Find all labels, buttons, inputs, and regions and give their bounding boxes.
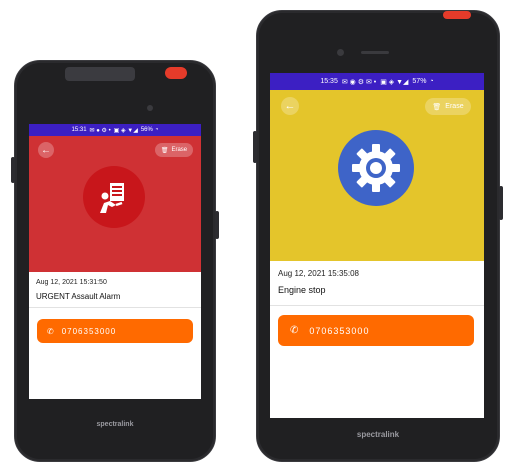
status-bar: 15:35 ✉ ◉ ⚙ ✉ • ▣ ◈ ▼◢ 57% ◔ (270, 73, 484, 90)
status-bar: 15:31 ✉ ● ⚙ • ▣ ◈ ▼◢ 56% ◔ (29, 124, 201, 136)
erase-button[interactable]: 🗑 Erase (425, 98, 471, 115)
status-battery: 56% (140, 127, 153, 133)
alarm-icon-circle (83, 166, 145, 228)
call-button[interactable]: ✆ 0706353000 (37, 319, 193, 343)
gear-icon (352, 144, 400, 192)
back-arrow-icon: ← (41, 144, 51, 156)
device-left: 15:31 ✉ ● ⚙ • ▣ ◈ ▼◢ 56% ◔ ← 🗑 Erase Aug… (11, 60, 219, 462)
brand-logo: spectralink (356, 430, 400, 439)
call-button[interactable]: ✆ 0706353000 (278, 315, 474, 346)
status-battery: 57% (412, 78, 427, 85)
call-number: 0706353000 (61, 326, 117, 336)
erase-label: Erase (445, 103, 464, 110)
top-sensor-bar (65, 67, 135, 81)
side-button-right (215, 211, 219, 239)
erase-button[interactable]: 🗑 Erase (155, 143, 193, 157)
divider (29, 307, 201, 308)
back-button[interactable]: ← (281, 97, 299, 115)
earpiece (361, 51, 389, 54)
phone-icon: ✆ (290, 325, 299, 336)
back-button[interactable]: ← (38, 142, 54, 158)
brand-logo: spectralink (96, 421, 134, 428)
divider (270, 305, 484, 306)
alarm-info: Aug 12, 2021 15:35:08 Engine stop ✆ 0706… (270, 261, 484, 418)
side-button-right (499, 186, 503, 220)
person-down-alarm-icon (100, 183, 124, 213)
screen-left: 15:31 ✉ ● ⚙ • ▣ ◈ ▼◢ 56% ◔ ← 🗑 Erase Aug… (29, 124, 201, 399)
front-camera (337, 49, 344, 56)
back-arrow-icon: ← (284, 100, 296, 112)
top-red-button (165, 67, 187, 79)
alarm-icon-circle (338, 130, 414, 206)
device-right: 15:35 ✉ ◉ ⚙ ✉ • ▣ ◈ ▼◢ 57% ◔ ← 🗑 Erase A… (253, 10, 503, 462)
erase-label: Erase (171, 147, 188, 153)
status-time: 15:35 (320, 78, 338, 85)
alarm-timestamp: Aug 12, 2021 15:31:50 (36, 279, 107, 286)
screen-right: 15:35 ✉ ◉ ⚙ ✉ • ▣ ◈ ▼◢ 57% ◔ ← 🗑 Erase A… (270, 73, 484, 418)
status-time: 15:31 (71, 127, 87, 133)
alarm-hero: ← 🗑 Erase (270, 90, 484, 261)
alarm-title: URGENT Assault Alarm (36, 292, 121, 301)
alarm-title: Engine stop (278, 285, 326, 295)
alarm-hero: ← 🗑 Erase (29, 136, 201, 272)
trash-icon: 🗑 (160, 147, 169, 154)
side-button (11, 157, 15, 183)
call-number: 0706353000 (309, 325, 370, 336)
front-camera (147, 105, 153, 111)
alarm-info: Aug 12, 2021 15:31:50 URGENT Assault Ala… (29, 272, 201, 399)
phone-icon: ✆ (47, 326, 54, 336)
alarm-timestamp: Aug 12, 2021 15:35:08 (278, 269, 359, 278)
top-red-button (443, 11, 471, 19)
trash-icon: 🗑 (432, 103, 442, 111)
side-button (253, 131, 257, 163)
